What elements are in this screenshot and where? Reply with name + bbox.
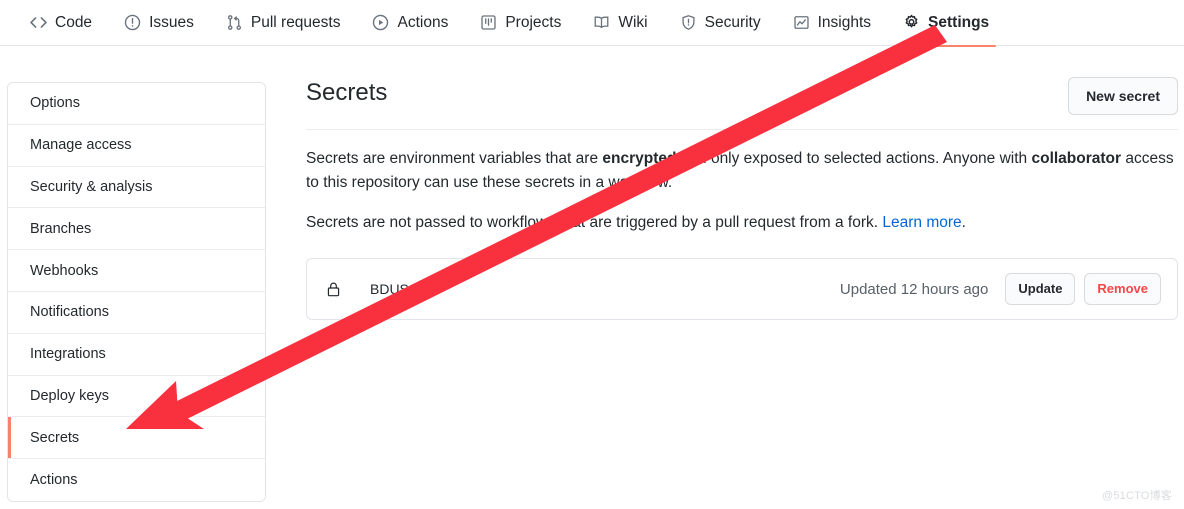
- secret-actions: Update Remove: [1005, 273, 1161, 305]
- update-secret-button[interactable]: Update: [1005, 273, 1076, 305]
- sidebar-item-deploy-keys[interactable]: Deploy keys: [8, 375, 265, 418]
- sidebar-item-branches[interactable]: Branches: [8, 208, 265, 251]
- sidebar-item-label: Security & analysis: [30, 178, 153, 195]
- tab-issues[interactable]: Issues: [108, 0, 210, 46]
- tab-actions[interactable]: Actions: [356, 0, 464, 46]
- desc-part-2: and only exposed to selected actions. An…: [676, 150, 1032, 167]
- tab-label: Actions: [397, 13, 449, 31]
- sidebar-item-options[interactable]: Options: [8, 83, 265, 125]
- page-title: Secrets: [306, 79, 388, 106]
- tab-code[interactable]: Code: [14, 0, 108, 46]
- tab-projects[interactable]: Projects: [464, 0, 577, 46]
- sidebar-item-label: Actions: [30, 472, 78, 489]
- graph-icon: [793, 14, 810, 31]
- sidebar-item-security-analysis[interactable]: Security & analysis: [8, 166, 265, 209]
- desc-bold-encrypted: encrypted: [602, 150, 677, 167]
- play-circle-icon: [372, 14, 389, 31]
- sidebar-item-label: Notifications: [30, 304, 109, 321]
- new-secret-button[interactable]: New secret: [1068, 77, 1178, 115]
- sidebar-item-webhooks[interactable]: Webhooks: [8, 250, 265, 292]
- issue-opened-icon: [124, 14, 141, 31]
- shield-icon: [680, 14, 697, 31]
- desc-part-1: Secrets are environment variables that a…: [306, 150, 603, 167]
- git-pull-request-icon: [226, 14, 243, 31]
- secrets-description-1: Secrets are environment variables that a…: [306, 147, 1178, 195]
- sidebar-item-label: Secrets: [30, 429, 80, 446]
- repo-nav: Code Issues Pull requests Actions Projec…: [0, 0, 1184, 47]
- tab-label: Security: [704, 13, 761, 31]
- sidebar-item-label: Integrations: [30, 346, 106, 363]
- main-content: Secrets New secret Secrets are environme…: [306, 76, 1178, 320]
- lock-icon: [325, 279, 341, 299]
- secret-updated-time: Updated 12 hours ago: [839, 280, 989, 298]
- sidebar-item-label: Options: [30, 95, 80, 112]
- tab-label: Pull requests: [250, 13, 341, 31]
- secret-name: BDUSS: [370, 281, 419, 297]
- sidebar-item-actions[interactable]: Actions: [8, 459, 265, 501]
- learn-more-link[interactable]: Learn more: [882, 214, 961, 231]
- sidebar-item-label: Deploy keys: [30, 387, 109, 404]
- code-icon: [30, 14, 47, 31]
- desc-fork-text: Secrets are not passed to workflows that…: [306, 214, 883, 231]
- sidebar-item-manage-access[interactable]: Manage access: [8, 124, 265, 167]
- tab-settings[interactable]: Settings: [887, 0, 1005, 47]
- secrets-list: BDUSS Updated 12 hours ago Update Remove: [306, 258, 1178, 320]
- sidebar-item-label: Manage access: [30, 137, 132, 154]
- sidebar-item-notifications[interactable]: Notifications: [8, 291, 265, 334]
- sidebar-item-label: Branches: [30, 220, 92, 237]
- tab-security[interactable]: Security: [664, 0, 777, 46]
- remove-secret-button[interactable]: Remove: [1084, 273, 1161, 305]
- book-icon: [593, 14, 610, 31]
- tab-wiki[interactable]: Wiki: [577, 0, 663, 46]
- secrets-description-2: Secrets are not passed to workflows that…: [306, 211, 1178, 235]
- watermark: @51CTO博客: [1101, 490, 1172, 502]
- tab-label: Wiki: [618, 13, 648, 31]
- project-board-icon: [480, 14, 497, 31]
- settings-sidebar: Options Manage access Security & analysi…: [7, 82, 266, 502]
- main-header: Secrets New secret: [306, 76, 1178, 130]
- secret-row: BDUSS Updated 12 hours ago Update Remove: [307, 259, 1177, 319]
- sidebar-item-integrations[interactable]: Integrations: [8, 333, 265, 376]
- tab-label: Code: [55, 13, 93, 31]
- gear-icon: [903, 14, 920, 31]
- tab-label: Settings: [928, 13, 990, 31]
- desc-period: .: [961, 214, 966, 231]
- sidebar-item-secrets[interactable]: Secrets: [8, 417, 265, 460]
- tab-label: Insights: [817, 13, 872, 31]
- tab-pull-requests[interactable]: Pull requests: [210, 0, 357, 46]
- sidebar-item-label: Webhooks: [30, 262, 99, 279]
- tab-label: Projects: [505, 13, 562, 31]
- tab-insights[interactable]: Insights: [777, 0, 887, 46]
- desc-bold-collaborator: collaborator: [1031, 150, 1122, 167]
- tab-label: Issues: [149, 13, 194, 31]
- page-body: Options Manage access Security & analysi…: [0, 46, 1184, 509]
